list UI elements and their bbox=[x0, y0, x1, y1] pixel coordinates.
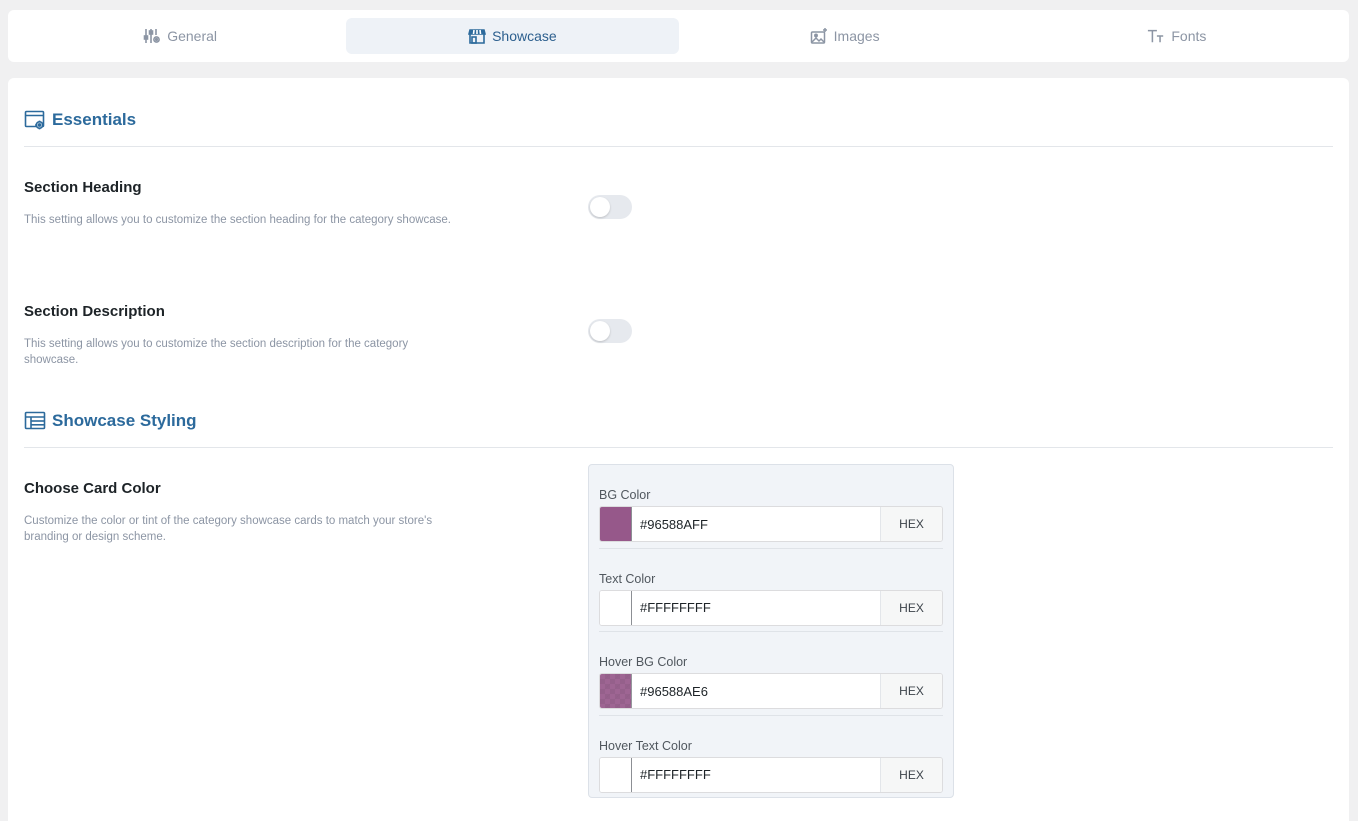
toggle-knob bbox=[590, 197, 610, 217]
layout-table-icon bbox=[24, 410, 46, 432]
setting-title: Section Heading bbox=[24, 179, 142, 196]
section-styling-title: Showcase Styling bbox=[52, 411, 197, 430]
setting-card-color: Choose Card Color Customize the color or… bbox=[24, 480, 464, 545]
window-gear-icon bbox=[24, 109, 46, 131]
setting-description: This setting allows you to customize the… bbox=[24, 214, 452, 226]
color-row-hover-bg: Hover BG Color HEX bbox=[599, 632, 943, 716]
bg-color-input[interactable] bbox=[632, 507, 880, 541]
hover-text-color-input[interactable] bbox=[632, 757, 880, 792]
section-essentials-title: Essentials bbox=[52, 110, 137, 129]
color-mode-button[interactable]: HEX bbox=[880, 674, 942, 708]
tab-fonts-label: Fonts bbox=[1171, 28, 1207, 44]
text-size-icon bbox=[1147, 27, 1165, 45]
settings-panel: Essentials Section Heading This setting … bbox=[8, 78, 1349, 821]
color-row-hover-text: Hover Text Color HEX bbox=[599, 716, 943, 800]
setting-section-description: Section Description This setting allows … bbox=[24, 303, 464, 368]
setting-section-heading: Section Heading This setting allows you … bbox=[24, 179, 464, 228]
color-swatch[interactable] bbox=[600, 757, 632, 792]
sliders-icon bbox=[143, 27, 161, 45]
essentials-divider bbox=[24, 146, 1333, 147]
color-mode-button[interactable]: HEX bbox=[880, 590, 942, 625]
color-row-text: Text Color HEX bbox=[599, 549, 943, 632]
color-swatch[interactable] bbox=[600, 590, 632, 625]
tab-images-label: Images bbox=[833, 28, 880, 44]
section-essentials-header: Essentials bbox=[24, 109, 136, 131]
image-sparkle-icon bbox=[810, 27, 828, 45]
settings-tab-bar: General Showcase Images Fonts bbox=[8, 10, 1349, 62]
hover-bg-color-input[interactable] bbox=[632, 674, 880, 708]
color-label: Hover BG Color bbox=[599, 655, 688, 669]
setting-title: Choose Card Color bbox=[24, 480, 161, 497]
setting-description: This setting allows you to customize the… bbox=[24, 338, 409, 366]
tab-showcase-label: Showcase bbox=[492, 28, 557, 44]
section-heading-toggle[interactable] bbox=[588, 195, 632, 219]
color-picker: HEX bbox=[599, 589, 943, 626]
toggle-knob bbox=[590, 321, 610, 341]
setting-description: Customize the color or tint of the categ… bbox=[24, 515, 433, 543]
color-picker: HEX bbox=[599, 756, 943, 793]
color-mode-button[interactable]: HEX bbox=[880, 757, 942, 792]
color-picker: HEX bbox=[599, 506, 943, 542]
tab-fonts[interactable]: Fonts bbox=[1011, 18, 1343, 54]
color-label: Hover Text Color bbox=[599, 738, 692, 753]
tab-general[interactable]: General bbox=[14, 18, 346, 54]
color-picker: HEX bbox=[599, 673, 943, 709]
styling-divider bbox=[24, 447, 1333, 448]
color-label: Text Color bbox=[599, 571, 656, 586]
color-swatch[interactable] bbox=[600, 674, 632, 708]
storefront-icon bbox=[468, 27, 487, 45]
color-row-bg: BG Color HEX bbox=[599, 465, 943, 549]
section-description-toggle[interactable] bbox=[588, 319, 632, 343]
color-label: BG Color bbox=[599, 488, 651, 502]
text-color-input[interactable] bbox=[632, 590, 880, 625]
setting-title: Section Description bbox=[24, 303, 165, 320]
tab-general-label: General bbox=[167, 28, 218, 44]
tab-showcase[interactable]: Showcase bbox=[346, 18, 679, 54]
section-styling-header: Showcase Styling bbox=[24, 410, 197, 432]
color-mode-button[interactable]: HEX bbox=[880, 507, 942, 541]
tab-images[interactable]: Images bbox=[679, 18, 1011, 54]
card-color-panel: BG Color HEX Text Color HEX Hover BG Col… bbox=[588, 464, 954, 798]
color-swatch[interactable] bbox=[600, 507, 632, 541]
